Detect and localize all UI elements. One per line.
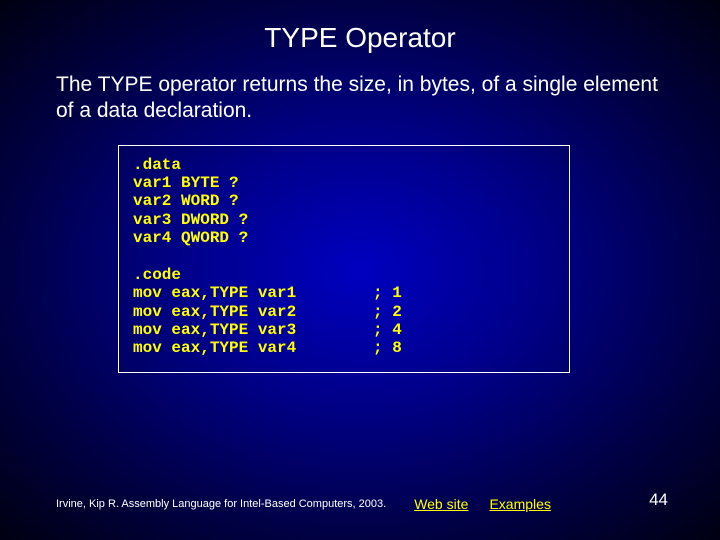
website-link[interactable]: Web site: [414, 496, 468, 512]
page-number: 44: [649, 490, 668, 510]
code-example: .data var1 BYTE ? var2 WORD ? var3 DWORD…: [118, 145, 570, 373]
footer-links: Web site Examples: [414, 496, 569, 512]
slide-title: TYPE Operator: [0, 0, 720, 72]
footer-credit: Irvine, Kip R. Assembly Language for Int…: [56, 498, 386, 510]
examples-link[interactable]: Examples: [489, 496, 550, 512]
footer: Irvine, Kip R. Assembly Language for Int…: [0, 496, 720, 512]
slide-description: The TYPE operator returns the size, in b…: [0, 72, 720, 125]
